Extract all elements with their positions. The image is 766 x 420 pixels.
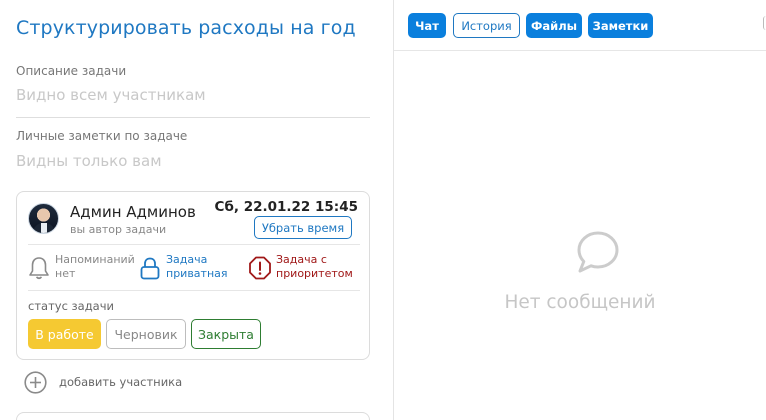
empty-chat-text: Нет сообщений: [504, 292, 656, 313]
private-text: Задача приватная: [166, 253, 228, 281]
private-line2: приватная: [166, 267, 228, 280]
status-closed-button[interactable]: Закрыта: [191, 319, 261, 349]
tab-files[interactable]: Файлы: [526, 13, 582, 38]
reminder-line2: нет: [55, 267, 76, 280]
remove-time-button[interactable]: Убрать время: [254, 216, 352, 239]
next-card-edge: [16, 412, 370, 420]
tab-notes[interactable]: Заметки: [588, 13, 653, 38]
description-input[interactable]: [16, 79, 370, 111]
task-info-card: Админ Админов вы автор задачи Сб, 22.01.…: [16, 191, 370, 360]
priority-octagon-icon: [249, 256, 271, 280]
avatar-shirt: [41, 223, 47, 233]
card-divider: [28, 290, 360, 291]
tab-history[interactable]: История: [453, 13, 520, 38]
card-divider: [28, 244, 360, 245]
chat-bubble-icon: [577, 231, 619, 273]
status-in-progress-button[interactable]: В работе: [28, 319, 101, 349]
lock-icon: [140, 257, 160, 280]
author-name: Админ Админов: [70, 203, 196, 221]
task-panel: Структурировать расходы на год Описание …: [0, 0, 393, 420]
plus-circle-icon: [24, 371, 47, 394]
description-underline: [16, 117, 370, 118]
private-line1: Задача: [166, 253, 208, 266]
add-member-label: добавить участника: [59, 375, 183, 389]
reminder-text: Напоминаний нет: [55, 253, 135, 281]
task-datetime: Сб, 22.01.22 15:45: [214, 199, 358, 215]
page-title: Структурировать расходы на год: [16, 17, 356, 39]
description-label: Описание задачи: [16, 64, 127, 78]
notes-label: Личные заметки по задаче: [16, 129, 188, 143]
status-draft-button[interactable]: Черновик: [106, 319, 186, 349]
notes-input[interactable]: [16, 145, 370, 177]
reminder-line1: Напоминаний: [55, 253, 135, 266]
priority-line2: приоритетом: [276, 267, 353, 280]
avatar: [28, 203, 59, 234]
author-role: вы автор задачи: [70, 223, 167, 236]
priority-line1: Задача с: [276, 253, 327, 266]
tab-chat[interactable]: Чат: [408, 13, 446, 38]
side-panel: Чат История Файлы Заметки Нет сообщений: [394, 0, 766, 420]
tabs-divider: [394, 50, 766, 51]
bell-icon: [29, 257, 49, 280]
priority-text: Задача с приоритетом: [276, 253, 353, 281]
status-label: статус задачи: [28, 299, 114, 313]
